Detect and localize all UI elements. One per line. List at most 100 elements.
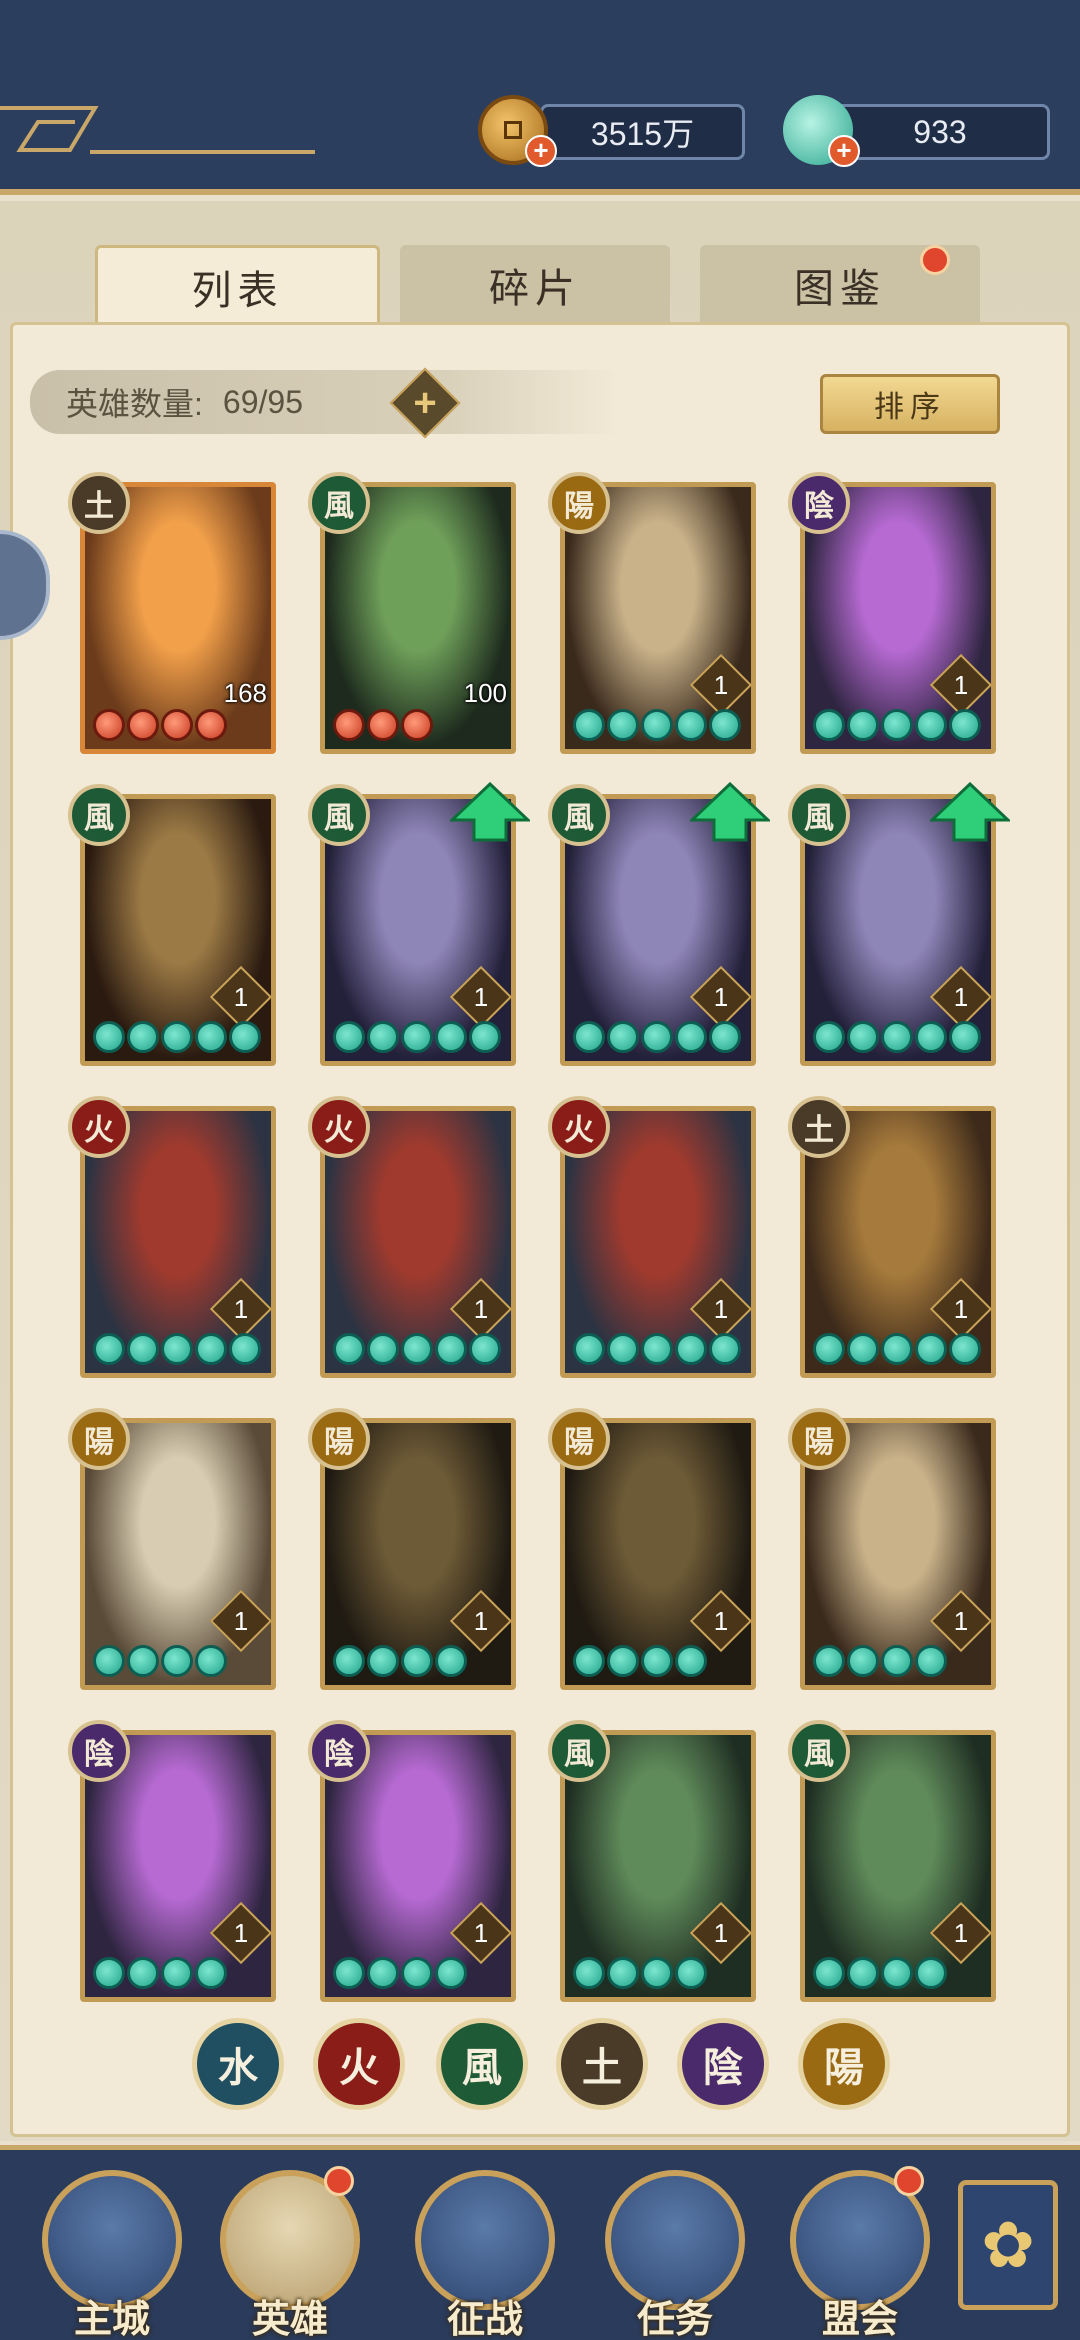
star-orb-icon <box>401 1645 433 1677</box>
hero-star-row <box>93 1645 263 1679</box>
hero-grid: 168 土 100 風 1 陽 1 陰 1 風 1 風 1 風 1 風 1 火 1 火 1 火 1 土 1 陽 1 陽 1 陽 1 陽 1 陰 1 陰… <box>0 0 1080 2002</box>
star-orb-icon <box>573 1021 605 1053</box>
hero-star-row <box>333 1021 503 1055</box>
nav-item[interactable]: 盟会 <box>790 2166 930 2340</box>
hero-level: 1 <box>953 1294 969 1324</box>
hero-level: 1 <box>233 1294 249 1324</box>
hero-level: 1 <box>473 982 489 1012</box>
star-orb-icon <box>93 1957 125 1989</box>
star-orb-icon <box>675 1333 707 1365</box>
star-orb-icon <box>949 709 981 741</box>
hero-element-badge: 風 <box>548 784 610 846</box>
element-filter-button[interactable]: 土 <box>556 2018 648 2110</box>
hero-star-row <box>573 1645 743 1679</box>
hero-star-row <box>333 1645 503 1679</box>
star-orb-icon <box>949 1021 981 1053</box>
star-orb-icon <box>881 1333 913 1365</box>
star-orb-icon <box>333 709 365 741</box>
hero-element-badge: 風 <box>308 784 370 846</box>
star-orb-icon <box>401 1957 433 1989</box>
hero-level: 1 <box>473 1606 489 1636</box>
flower-menu-icon[interactable]: ✿ <box>958 2180 1058 2310</box>
star-orb-icon <box>881 1645 913 1677</box>
nav-item[interactable]: 征战 <box>415 2170 555 2340</box>
star-orb-icon <box>813 709 845 741</box>
hero-level: 1 <box>953 1606 969 1636</box>
star-orb-icon <box>813 1333 845 1365</box>
hero-element-badge: 陰 <box>308 1720 370 1782</box>
star-orb-icon <box>401 1021 433 1053</box>
hero-level: 1 <box>713 1294 729 1324</box>
nav-item[interactable]: 主城 <box>42 2170 182 2340</box>
hero-element-badge: 陰 <box>68 1720 130 1782</box>
star-orb-icon <box>641 709 673 741</box>
hero-star-row <box>333 709 503 743</box>
hero-element-badge: 陰 <box>788 472 850 534</box>
star-orb-icon <box>709 709 741 741</box>
star-orb-icon <box>915 1333 947 1365</box>
hero-element-badge: 陽 <box>548 1408 610 1470</box>
star-orb-icon <box>607 1021 639 1053</box>
star-orb-icon <box>813 1645 845 1677</box>
hero-level: 1 <box>233 1918 249 1948</box>
star-orb-icon <box>333 1957 365 1989</box>
hero-element-badge: 火 <box>548 1096 610 1158</box>
star-orb-icon <box>333 1645 365 1677</box>
star-orb-icon <box>93 1021 125 1053</box>
star-orb-icon <box>127 709 159 741</box>
nav-notification-dot <box>324 2166 354 2196</box>
hero-star-row <box>813 709 983 743</box>
hero-star-row <box>573 1333 743 1367</box>
star-orb-icon <box>607 1957 639 1989</box>
star-orb-icon <box>401 1333 433 1365</box>
star-orb-icon <box>675 709 707 741</box>
hero-star-row <box>573 709 743 743</box>
star-orb-icon <box>333 1333 365 1365</box>
star-orb-icon <box>813 1021 845 1053</box>
star-orb-icon <box>675 1957 707 1989</box>
star-orb-icon <box>915 1021 947 1053</box>
star-orb-icon <box>847 1957 879 1989</box>
star-orb-icon <box>641 1645 673 1677</box>
star-orb-icon <box>195 1957 227 1989</box>
star-orb-icon <box>607 709 639 741</box>
nav-item[interactable]: 英雄 <box>220 2166 360 2340</box>
hero-element-badge: 陽 <box>788 1408 850 1470</box>
star-orb-icon <box>435 1333 467 1365</box>
star-orb-icon <box>367 709 399 741</box>
hero-element-badge: 土 <box>68 472 130 534</box>
star-orb-icon <box>161 1021 193 1053</box>
star-orb-icon <box>607 1333 639 1365</box>
hero-level: 1 <box>713 670 729 700</box>
star-orb-icon <box>709 1021 741 1053</box>
star-orb-icon <box>161 1645 193 1677</box>
hero-level: 1 <box>713 1606 729 1636</box>
star-orb-icon <box>881 1957 913 1989</box>
hero-element-badge: 陽 <box>308 1408 370 1470</box>
star-orb-icon <box>127 1333 159 1365</box>
star-orb-icon <box>675 1021 707 1053</box>
element-filter-button[interactable]: 風 <box>436 2018 528 2110</box>
star-orb-icon <box>469 1333 501 1365</box>
star-orb-icon <box>195 709 227 741</box>
star-orb-icon <box>401 709 433 741</box>
star-orb-icon <box>915 1645 947 1677</box>
star-orb-icon <box>573 1957 605 1989</box>
hero-star-row <box>93 1021 263 1055</box>
star-orb-icon <box>915 1957 947 1989</box>
star-orb-icon <box>161 709 193 741</box>
hero-level: 1 <box>233 982 249 1012</box>
element-filter-button[interactable]: 水 <box>192 2018 284 2110</box>
hero-element-badge: 風 <box>788 1720 850 1782</box>
element-filter-button[interactable]: 火 <box>313 2018 405 2110</box>
star-orb-icon <box>573 1645 605 1677</box>
upgrade-arrow-icon <box>930 782 1010 842</box>
hero-level: 1 <box>713 1918 729 1948</box>
nav-label: 任务 <box>636 2299 713 2340</box>
element-filter-button[interactable]: 陽 <box>798 2018 890 2110</box>
nav-item[interactable]: 任务 <box>605 2170 745 2340</box>
hero-element-badge: 風 <box>68 784 130 846</box>
hero-element-badge: 風 <box>308 472 370 534</box>
hero-level: 100 <box>463 678 507 708</box>
element-filter-button[interactable]: 陰 <box>677 2018 769 2110</box>
